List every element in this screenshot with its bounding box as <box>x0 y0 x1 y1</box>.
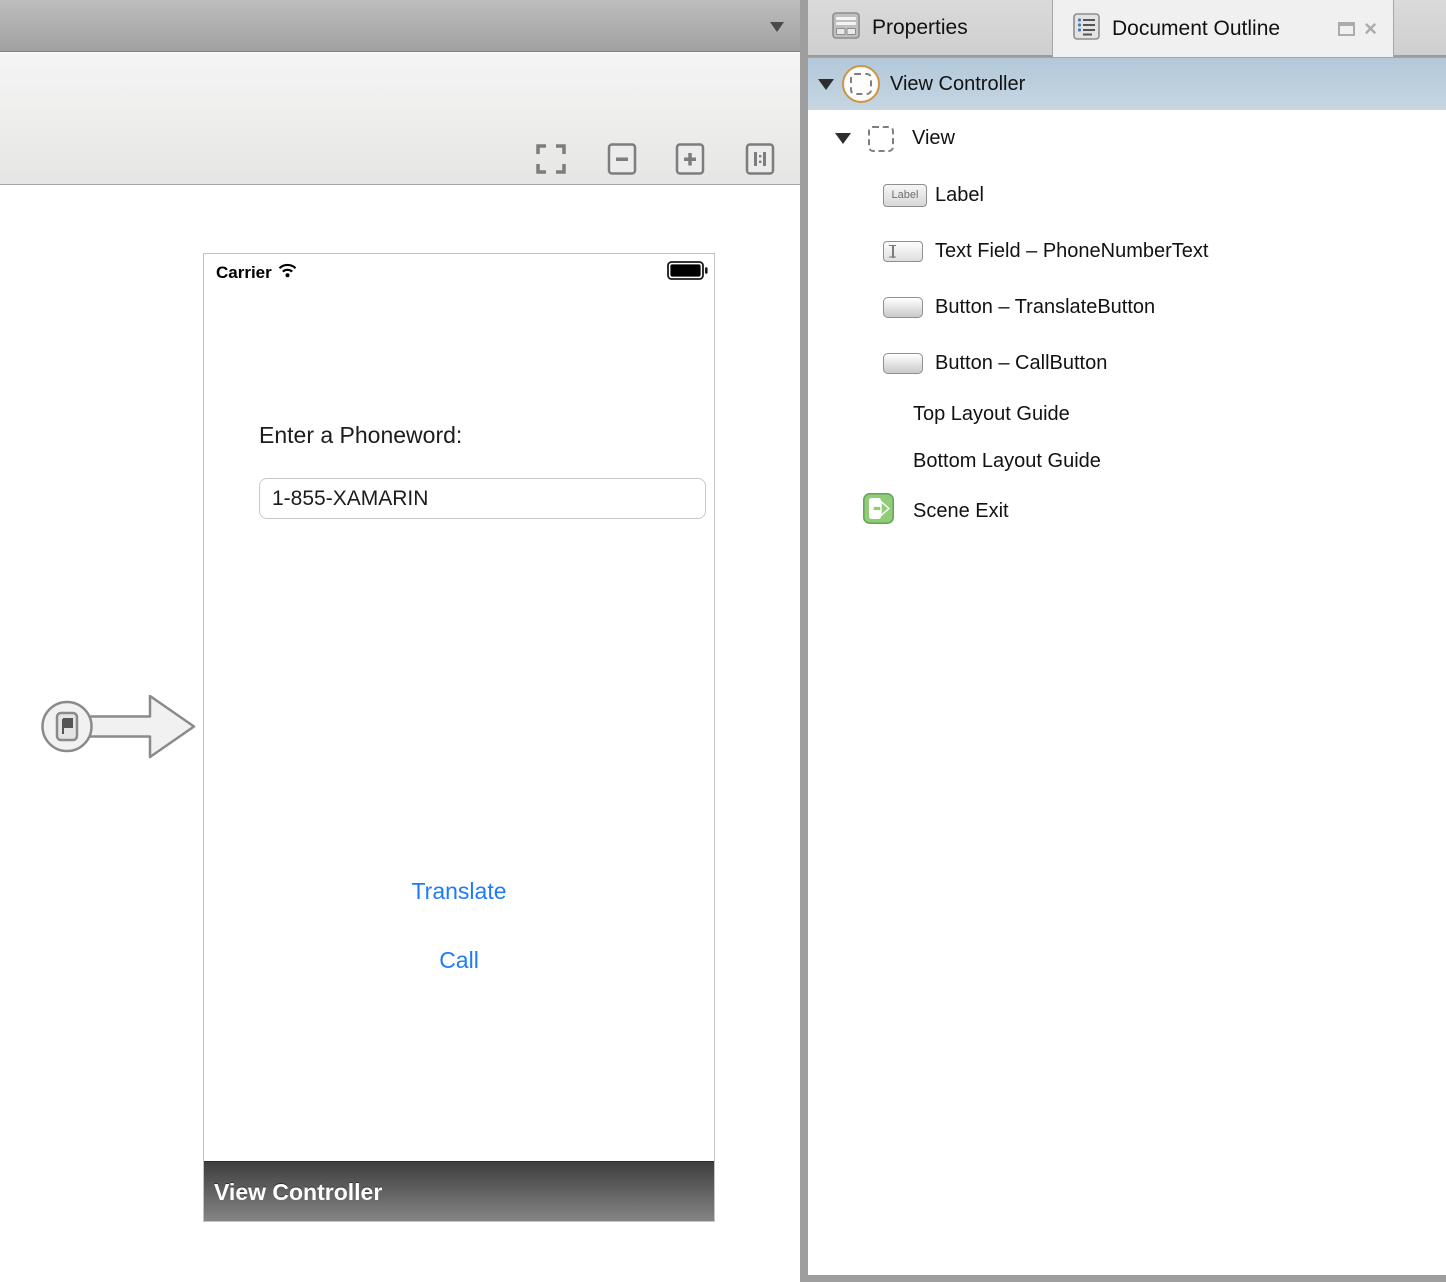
outline-row-label: Scene Exit <box>913 500 1009 523</box>
outline-row-bottom-layout-guide[interactable]: Bottom Layout Guide <box>808 437 1446 485</box>
outline-row-label: Button – TranslateButton <box>935 296 1155 319</box>
outline-row-scene-exit[interactable]: Scene Exit <box>808 485 1446 537</box>
panel-tab-bar: Properties Document Outline × <box>808 0 1446 57</box>
tab-document-outline[interactable]: Document Outline × <box>1053 0 1394 57</box>
wifi-icon <box>278 263 297 283</box>
zoom-in-button[interactable] <box>675 143 707 175</box>
call-button[interactable]: Call <box>204 947 714 974</box>
actual-size-button[interactable] <box>745 143 777 175</box>
label-icon: Label <box>883 184 927 207</box>
view-icon <box>868 126 894 152</box>
outline-row-label: View Controller <box>890 73 1025 96</box>
pane-splitter[interactable] <box>800 0 808 1282</box>
disclosure-triangle-icon[interactable] <box>835 133 851 144</box>
outline-pane: Properties Document Outline × <box>808 0 1446 1282</box>
phoneword-label: Enter a Phoneword: <box>259 422 462 449</box>
outline-row-call-button[interactable]: Button – CallButton <box>808 335 1446 391</box>
fullscreen-icon <box>535 143 567 175</box>
panel-bottom-border <box>808 1275 1446 1282</box>
tab-properties[interactable]: Properties <box>808 0 1053 57</box>
button-icon <box>883 297 923 318</box>
document-outline-tree: View Controller View Label Label Text Fi… <box>808 57 1446 537</box>
restore-window-icon[interactable] <box>1338 22 1355 36</box>
outline-row-view-controller[interactable]: View Controller <box>808 57 1446 110</box>
scene-title-bar[interactable]: View Controller <box>204 1161 714 1221</box>
outline-row-label: Text Field – PhoneNumberText <box>935 240 1208 263</box>
tab-document-outline-label: Document Outline <box>1112 17 1280 41</box>
outline-row-label-widget[interactable]: Label Label <box>808 167 1446 223</box>
properties-icon <box>832 12 860 44</box>
fit-to-window-button[interactable] <box>535 143 567 175</box>
outline-row-label: Label <box>935 184 984 207</box>
design-pane: ZOOM Carrier <box>0 0 800 1282</box>
zoom-out-button[interactable] <box>607 143 639 175</box>
ios-designer-window: ZOOM Carrier <box>0 0 1446 1282</box>
button-icon <box>883 353 923 374</box>
tab-bar-filler <box>1394 0 1446 57</box>
one-to-one-icon <box>745 143 777 175</box>
translate-button[interactable]: Translate <box>204 878 714 905</box>
outline-row-top-layout-guide[interactable]: Top Layout Guide <box>808 391 1446 437</box>
outline-row-label: Top Layout Guide <box>913 403 1070 426</box>
design-pane-header <box>0 0 800 52</box>
outline-row-label: View <box>912 127 955 150</box>
storyboard-entry-point-icon[interactable] <box>40 688 200 771</box>
close-icon[interactable]: × <box>1364 22 1377 36</box>
zoom-toolbar: ZOOM <box>0 53 800 185</box>
outline-row-label: Button – CallButton <box>935 352 1107 375</box>
disclosure-triangle-icon[interactable] <box>818 79 834 90</box>
outline-row-view[interactable]: View <box>808 110 1446 167</box>
battery-icon <box>667 261 708 285</box>
phone-number-field[interactable] <box>259 478 706 519</box>
view-controller-icon <box>842 65 880 103</box>
text-field-icon <box>883 241 923 262</box>
outline-row-label: Bottom Layout Guide <box>913 450 1101 473</box>
status-bar: Carrier <box>216 262 708 284</box>
carrier-label: Carrier <box>216 263 272 283</box>
outline-row-translate-button[interactable]: Button – TranslateButton <box>808 279 1446 335</box>
scene-exit-icon <box>863 493 894 529</box>
minus-icon <box>607 143 639 175</box>
tab-properties-label: Properties <box>872 16 968 40</box>
chevron-down-icon[interactable] <box>770 22 784 32</box>
view-controller-scene[interactable]: Carrier Enter a Phoneword: <box>203 253 715 1222</box>
outline-list-icon <box>1073 13 1100 45</box>
scene-title: View Controller <box>214 1179 382 1205</box>
plus-icon <box>675 143 707 175</box>
outline-row-text-field[interactable]: Text Field – PhoneNumberText <box>808 223 1446 279</box>
